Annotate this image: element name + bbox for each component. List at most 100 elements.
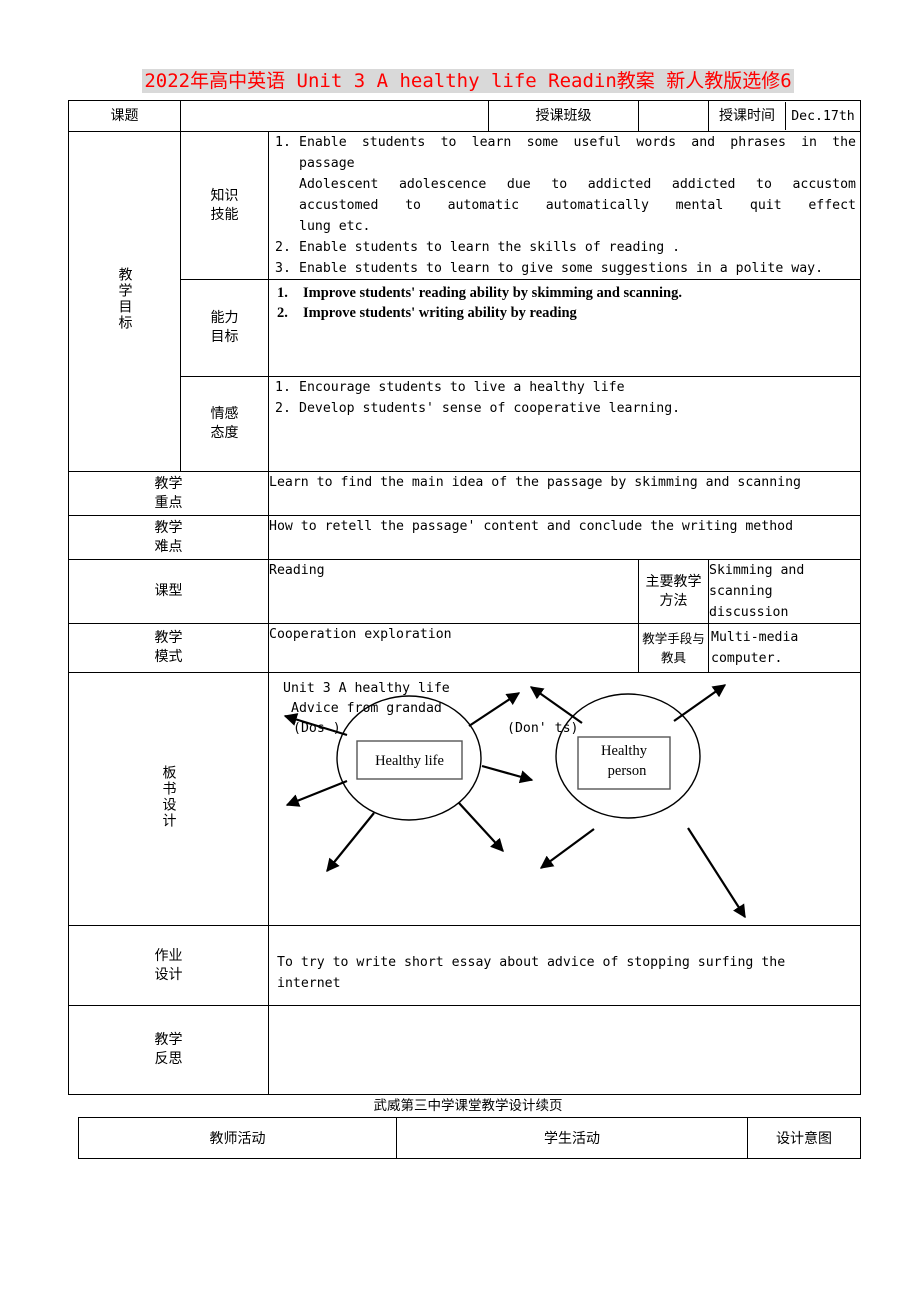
ability-content-cell: 1. Improve students' reading ability by … bbox=[268, 279, 861, 377]
table-row-key-point: 教学 重点 Learn to find the main idea of the … bbox=[68, 471, 861, 516]
method-value-line1: Skimming and scanning bbox=[709, 563, 805, 599]
knowledge-label: 知识 技能 bbox=[210, 187, 239, 223]
teaching-mode-value: Cooperation exploration bbox=[269, 627, 452, 642]
knowledge-2-text: Enable students to learn the skills of r… bbox=[299, 240, 681, 255]
reflection-label: 教学 反思 bbox=[154, 1032, 183, 1067]
list-item: 2. Improve students' writing ability by … bbox=[269, 303, 856, 323]
list-number: 1. bbox=[275, 380, 291, 395]
arrow-left-upper-right bbox=[468, 692, 521, 727]
class-label-cell: 授课班级 bbox=[488, 100, 639, 132]
knowledge-1-line-3: Adolescent adolescence due to addicted a… bbox=[299, 177, 856, 192]
table-row-ability: 能力 目标 1. Improve students' reading abilit… bbox=[69, 279, 861, 377]
knowledge-1-line-4: accustomed to automatic automatically me… bbox=[299, 198, 856, 213]
col-design-intent-label: 设计意图 bbox=[776, 1131, 832, 1147]
list-number: 2. bbox=[277, 305, 288, 321]
list-number: 1. bbox=[277, 285, 288, 301]
arrow-left-lower-left bbox=[285, 779, 348, 807]
document-page: 2022年高中英语 Unit 3 A healthy life Readin教案… bbox=[0, 0, 920, 1303]
continuation-caption: 武威第三中学课堂教学设计续页 bbox=[373, 1098, 563, 1114]
knowledge-1-line-1: Enable students to learn some useful wor… bbox=[299, 135, 856, 150]
list-item: 3. Enable students to learn to give some… bbox=[269, 258, 856, 279]
healthy-person-label-1: Healthy bbox=[601, 743, 648, 759]
ability-label-cell: 能力 目标 bbox=[180, 279, 269, 377]
table-row-knowledge: 教学目标 知识 技能 1. Enable students to learn so… bbox=[68, 131, 861, 472]
knowledge-content-cell: 1. Enable students to learn some useful … bbox=[268, 131, 861, 280]
lesson-type-label-cell: 课型 bbox=[68, 559, 269, 624]
knowledge-item-list: 1. Enable students to learn some useful … bbox=[269, 132, 860, 279]
list-number: 3. bbox=[275, 261, 291, 276]
ability-1-text: Improve students' reading ability by ski… bbox=[303, 285, 682, 301]
list-item: 1. Enable students to learn some useful … bbox=[269, 132, 856, 237]
method-value-cell: Skimming and scanning discussion bbox=[708, 559, 861, 624]
table-row-difficult-point: 教学 难点 How to retell the passage' content … bbox=[68, 515, 861, 560]
aids-label: 教学手段与教具 bbox=[642, 631, 705, 665]
list-number: 1. bbox=[275, 135, 291, 150]
healthy-person-label-2: person bbox=[608, 763, 647, 779]
homework-label: 作业 设计 bbox=[154, 947, 183, 983]
list-number: 2. bbox=[275, 401, 291, 416]
list-item: 1. Encourage students to live a healthy … bbox=[269, 377, 856, 398]
arrow-right-upper-right bbox=[673, 684, 727, 722]
reflection-label-cell: 教学 反思 bbox=[68, 1005, 269, 1095]
method-label-cell: 主要教学方法 bbox=[638, 559, 709, 624]
topic-label-cell: 课题 bbox=[68, 100, 181, 132]
col-student-activity: 学生活动 bbox=[396, 1117, 748, 1159]
list-item: 2. Develop students' sense of cooperativ… bbox=[269, 398, 856, 419]
key-point-label-cell: 教学 重点 bbox=[68, 471, 269, 516]
table-row-header: 课题 授课班级 授课时间 Dec.17th bbox=[68, 100, 861, 132]
key-point-value-cell: Learn to find the main idea of the passa… bbox=[268, 471, 861, 516]
objectives-label: 教学目标 bbox=[116, 267, 133, 331]
table-row-homework: 作业 设计 To try to write short essay about a… bbox=[68, 925, 861, 1006]
key-point-value: Learn to find the main idea of the passa… bbox=[269, 475, 801, 490]
time-value-cell[interactable]: Dec.17th bbox=[786, 102, 861, 130]
col-design-intent: 设计意图 bbox=[747, 1117, 861, 1159]
ability-2-text: Improve students' writing ability by rea… bbox=[303, 305, 577, 321]
knowledge-1-line-5: lung etc. bbox=[299, 219, 371, 234]
arrow-left-upper-left bbox=[283, 713, 348, 737]
lesson-type-label: 课型 bbox=[154, 583, 183, 599]
emotion-content-cell: 1. Encourage students to live a healthy … bbox=[268, 376, 861, 472]
homework-label-cell: 作业 设计 bbox=[68, 925, 269, 1006]
time-label: 授课时间 bbox=[719, 107, 775, 124]
method-label: 主要教学方法 bbox=[645, 573, 702, 609]
topic-value-cell[interactable] bbox=[180, 100, 489, 132]
method-value-line2: discussion bbox=[709, 605, 789, 620]
emotion-label-cell: 情感 态度 bbox=[180, 376, 269, 472]
teaching-mode-value-cell: Cooperation exploration bbox=[268, 623, 639, 673]
arrow-right-lower-right bbox=[687, 827, 746, 919]
time-value: Dec.17th bbox=[791, 108, 855, 124]
teaching-mode-label-cell: 教学 模式 bbox=[68, 623, 269, 673]
knowledge-label-cell: 知识 技能 bbox=[180, 131, 269, 280]
emotion-1-text: Encourage students to live a healthy lif… bbox=[299, 380, 625, 395]
ability-item-list: 1. Improve students' reading ability by … bbox=[269, 283, 860, 323]
ability-label: 能力 目标 bbox=[210, 310, 239, 345]
arrow-left-right bbox=[481, 764, 534, 784]
col-teacher-activity-label: 教师活动 bbox=[209, 1131, 266, 1147]
class-value-cell[interactable] bbox=[638, 100, 709, 132]
class-label: 授课班级 bbox=[535, 107, 592, 124]
emotion-2-text: Develop students' sense of cooperative l… bbox=[299, 401, 681, 416]
arrow-right-lower-left bbox=[539, 828, 595, 869]
difficult-point-value-cell: How to retell the passage' content and c… bbox=[268, 515, 861, 560]
list-number: 2. bbox=[275, 240, 291, 255]
list-item: 2. Enable students to learn the skills o… bbox=[269, 237, 856, 258]
table-row-blackboard: 板书设计 Unit 3 A healthy life Advice from g… bbox=[68, 672, 861, 926]
col-student-activity-label: 学生活动 bbox=[544, 1131, 600, 1147]
lesson-type-value-cell: Reading bbox=[268, 559, 639, 624]
blackboard-svg: Healthy life Healthy person bbox=[283, 684, 746, 919]
objectives-label-cell: 教学目标 bbox=[68, 131, 181, 472]
arrow-right-upper-left bbox=[529, 686, 583, 724]
emotion-item-list: 1. Encourage students to live a healthy … bbox=[269, 377, 860, 419]
arrow-left-lower-right bbox=[458, 802, 504, 852]
page-title-text: 2022年高中英语 Unit 3 A healthy life Readin教案… bbox=[142, 69, 794, 93]
reflection-value-cell[interactable] bbox=[268, 1005, 861, 1095]
col-teacher-activity: 教师活动 bbox=[78, 1117, 397, 1159]
healthy-life-label: Healthy life bbox=[375, 753, 444, 769]
table-row-reflection: 教学 反思 bbox=[68, 1005, 861, 1095]
table-row-lesson-type: 课型 Reading 主要教学方法 Skimming and scanning … bbox=[68, 559, 861, 624]
blackboard-content-cell: Unit 3 A healthy life Advice from granda… bbox=[268, 672, 861, 926]
difficult-point-label: 教学 难点 bbox=[154, 519, 183, 555]
key-point-label: 教学 重点 bbox=[154, 475, 183, 511]
lesson-plan-table: 课题 授课班级 授课时间 Dec.17th 教学目标 知识 技能 1. Enab… bbox=[68, 100, 861, 1095]
arrow-left-bottom bbox=[326, 812, 375, 873]
